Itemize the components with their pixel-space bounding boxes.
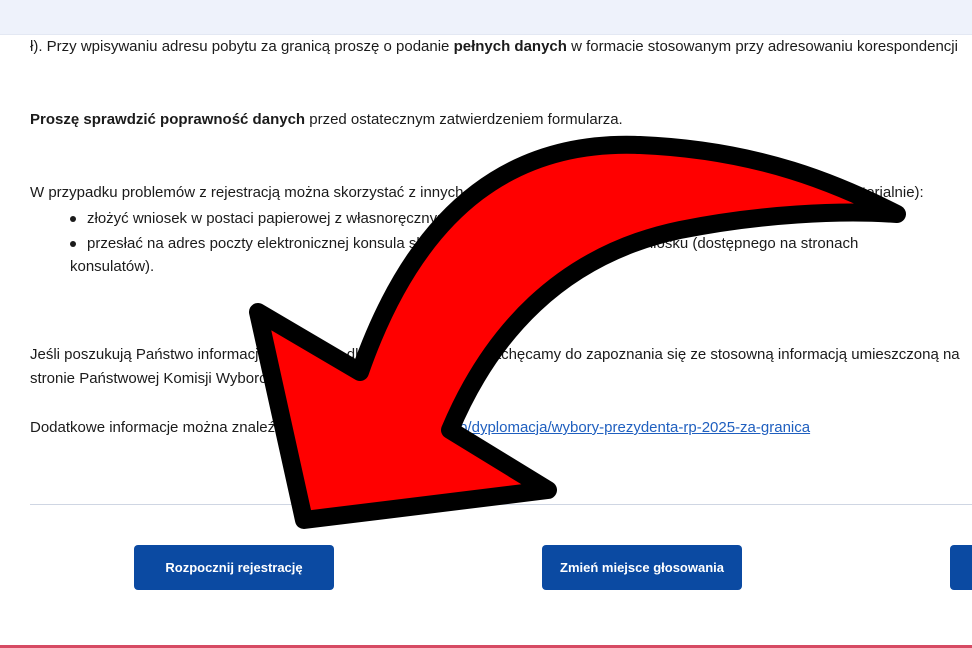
- verify-data-text: Proszę sprawdzić poprawność danych przed…: [30, 108, 623, 131]
- verify-data-bold: Proszę sprawdzić poprawność danych: [30, 111, 306, 128]
- additional-info-prefix: Dodatkowe informacje można znaleźć na st…: [30, 419, 361, 436]
- pkw-info-line1: Jeśli poszukują Państwo informacji o wyb…: [30, 346, 960, 363]
- third-button[interactable]: [950, 545, 972, 590]
- alternative-methods-list: złożyć wniosek w postaci papierowej z wł…: [70, 206, 858, 256]
- verify-data-rest: przed ostatecznym zatwierdzeniem formula…: [305, 111, 623, 128]
- pkw-info-line2: stronie Państwowej Komisji Wyborczej.: [30, 370, 290, 387]
- address-info-prefix: ł). Przy wpisywaniu adresu pobytu za gra…: [30, 38, 454, 55]
- additional-info-text: Dodatkowe informacje można znaleźć na st…: [30, 416, 810, 439]
- address-info-bold: pełnych danych: [453, 38, 567, 55]
- list-item-continuation: konsulatów).: [70, 258, 155, 275]
- gov-link[interactable]: www.gov.pl/web/dyplomacja/wybory-prezyde…: [361, 419, 810, 436]
- list-item: złożyć wniosek w postaci papierowej z wł…: [70, 206, 858, 231]
- address-info-text: ł). Przy wpisywaniu adresu pobytu za gra…: [30, 35, 958, 58]
- address-info-suffix: w formacie stosowanym przy adresowaniu k…: [566, 38, 958, 55]
- main-content: ł). Przy wpisywaniu adresu pobytu za gra…: [0, 0, 972, 648]
- start-registration-button[interactable]: Rozpocznij rejestrację: [134, 545, 334, 590]
- divider: [30, 504, 972, 505]
- list-item: przesłać na adres poczty elektronicznej …: [70, 231, 858, 256]
- problems-text: W przypadku problemów z rejestracją możn…: [30, 184, 924, 201]
- change-voting-place-button[interactable]: Zmień miejsce głosowania: [542, 545, 742, 590]
